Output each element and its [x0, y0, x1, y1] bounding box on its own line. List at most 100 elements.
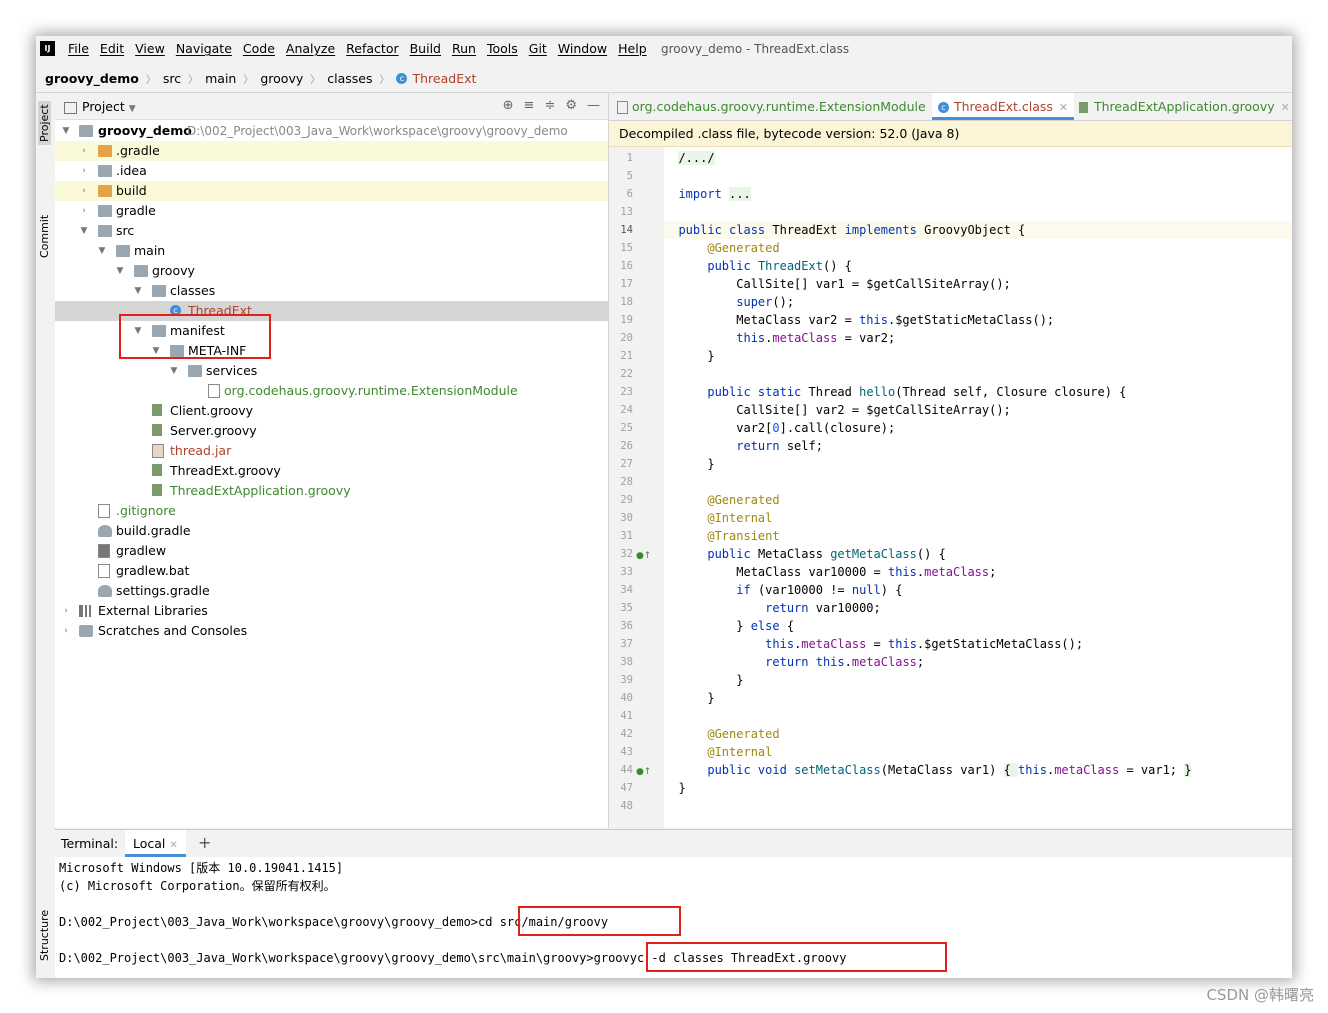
- tree-row-external-libraries[interactable]: › External Libraries: [55, 601, 608, 621]
- menu-code[interactable]: Code: [243, 41, 275, 56]
- code-line: CallSite[] var1 = $getCallSiteArray();: [736, 277, 1011, 291]
- tree-row-thread-jar[interactable]: thread.jar: [55, 441, 608, 461]
- close-icon[interactable]: ✕: [1281, 101, 1290, 114]
- tree-row-gradle-hidden[interactable]: › .gradle: [55, 141, 608, 161]
- tree-row-extension-module[interactable]: org.codehaus.groovy.runtime.ExtensionMod…: [55, 381, 608, 401]
- watermark: CSDN @韩曙亮: [1206, 986, 1314, 1004]
- tree-row-gitignore[interactable]: .gitignore: [55, 501, 608, 521]
- menu-analyze[interactable]: Analyze: [286, 41, 335, 56]
- tree-row-threadextapplication-groovy[interactable]: ThreadExtApplication.groovy: [55, 481, 608, 501]
- code-line: @Internal: [707, 511, 773, 525]
- class-icon: c: [396, 72, 408, 84]
- line-number: 22: [620, 368, 633, 380]
- chevron-right-icon: 〉: [379, 74, 390, 86]
- folder-icon: [98, 205, 112, 217]
- tree-row-main[interactable]: ▼ main: [55, 241, 608, 261]
- breadcrumb-groovy[interactable]: groovy: [260, 71, 303, 86]
- override-marker-icon[interactable]: ●↑: [636, 551, 651, 561]
- code-line: MetaClass var2 = this.$getStaticMetaClas…: [736, 313, 1055, 327]
- line-number: 20: [620, 332, 633, 344]
- tree-row-groovy[interactable]: ▼ groovy: [55, 261, 608, 281]
- code-line: this.metaClass = this.$getStaticMetaClas…: [765, 637, 1084, 651]
- tree-row-root[interactable]: ▼ groovy_demo D:\002_Project\003_Java_Wo…: [55, 121, 608, 141]
- code-line: public MetaClass getMetaClass() {: [707, 547, 946, 561]
- override-marker-icon[interactable]: ●↑: [636, 767, 651, 777]
- menu-refactor[interactable]: Refactor: [346, 41, 398, 56]
- jar-file-icon: [152, 444, 164, 458]
- line-number: 17: [620, 278, 633, 290]
- line-number: 40: [620, 692, 633, 704]
- left-tool-stripe: Project Commit Structure rites: [36, 93, 56, 978]
- line-number: 27: [620, 458, 633, 470]
- close-icon[interactable]: ✕: [1059, 101, 1068, 114]
- highlight-box: [646, 942, 947, 972]
- code-line: @Generated: [707, 241, 780, 255]
- tree-row-idea[interactable]: › .idea: [55, 161, 608, 181]
- tree-row-gradlew[interactable]: gradlew: [55, 541, 608, 561]
- window-title: groovy_demo - ThreadExt.class: [661, 42, 850, 56]
- tool-tab-structure[interactable]: Structure: [38, 910, 51, 961]
- tab-threadext-class[interactable]: c ThreadExt.class ✕: [932, 93, 1075, 120]
- tool-tab-project[interactable]: Project: [38, 101, 51, 145]
- class-icon: c: [938, 102, 949, 113]
- properties-file-icon: [617, 101, 628, 114]
- tree-row-classes[interactable]: ▼ classes: [55, 281, 608, 301]
- line-number: 19: [620, 314, 633, 326]
- close-icon[interactable]: ✕: [169, 840, 177, 851]
- dropdown-icon: ▼: [128, 104, 136, 114]
- breadcrumb-main[interactable]: main: [205, 71, 236, 86]
- code-line: @Generated: [707, 727, 780, 741]
- menu-navigate[interactable]: Navigate: [176, 41, 232, 56]
- scratches-icon: [79, 625, 93, 637]
- tool-tab-commit[interactable]: Commit: [38, 215, 51, 258]
- tree-row-gradle[interactable]: › gradle: [55, 201, 608, 221]
- breadcrumb-classes[interactable]: classes: [327, 71, 372, 86]
- folder-icon: [79, 125, 93, 137]
- project-panel-header: Project ▼ ⊕ ≡ ≑ ⚙ —: [55, 93, 608, 120]
- tab-threadextapplication[interactable]: ThreadExtApplication.groovy ✕: [1079, 93, 1290, 120]
- menu-build[interactable]: Build: [410, 41, 441, 56]
- menu-file[interactable]: File: [68, 41, 89, 56]
- tree-row-threadext-groovy[interactable]: ThreadExt.groovy: [55, 461, 608, 481]
- tree-row-src[interactable]: ▼ src: [55, 221, 608, 241]
- code-line: return var10000;: [765, 601, 881, 615]
- terminal-tab-local[interactable]: Local ✕: [125, 830, 186, 857]
- tree-row-settings-gradle[interactable]: settings.gradle: [55, 581, 608, 601]
- project-toolbar: ⊕ ≡ ≑ ⚙ —: [503, 98, 600, 113]
- tree-row-build[interactable]: › build: [55, 181, 608, 201]
- tab-extension-module[interactable]: org.codehaus.groovy.runtime.ExtensionMod…: [617, 93, 941, 120]
- expand-all-icon[interactable]: ≡: [524, 98, 535, 113]
- line-number: 29: [620, 494, 633, 506]
- folder-icon: [188, 365, 202, 377]
- code-line: /.../: [678, 151, 715, 165]
- new-terminal-icon[interactable]: +: [198, 833, 211, 852]
- menu-edit[interactable]: Edit: [100, 41, 124, 56]
- menu-view[interactable]: View: [135, 41, 165, 56]
- code-editor[interactable]: /.../ import ... public class ThreadExt …: [664, 147, 1292, 828]
- gradle-icon: [98, 525, 112, 537]
- menu-window[interactable]: Window: [558, 41, 607, 56]
- tree-row-build-gradle[interactable]: build.gradle: [55, 521, 608, 541]
- line-number: 6: [626, 188, 633, 200]
- tree-row-scratches[interactable]: › Scratches and Consoles: [55, 621, 608, 641]
- code-line: MetaClass var10000 = this.metaClass;: [736, 565, 997, 579]
- gitignore-file-icon: [98, 504, 110, 518]
- gear-icon[interactable]: ⚙: [565, 98, 577, 113]
- menu-git[interactable]: Git: [529, 41, 547, 56]
- project-view-selector[interactable]: Project ▼: [64, 99, 136, 114]
- hide-icon[interactable]: —: [587, 98, 600, 113]
- menu-run[interactable]: Run: [452, 41, 476, 56]
- breadcrumb-src[interactable]: src: [163, 71, 181, 86]
- line-number: 41: [620, 710, 633, 722]
- locate-icon[interactable]: ⊕: [503, 98, 514, 113]
- menu-help[interactable]: Help: [618, 41, 647, 56]
- tree-row-server-groovy[interactable]: Server.groovy: [55, 421, 608, 441]
- tree-row-client-groovy[interactable]: Client.groovy: [55, 401, 608, 421]
- tree-row-gradlew-bat[interactable]: gradlew.bat: [55, 561, 608, 581]
- breadcrumb-project[interactable]: groovy_demo: [45, 71, 139, 86]
- menu-tools[interactable]: Tools: [487, 41, 518, 56]
- tree-row-services[interactable]: ▼ services: [55, 361, 608, 381]
- collapse-all-icon[interactable]: ≑: [544, 98, 555, 113]
- breadcrumb-threadext[interactable]: ThreadExt: [412, 71, 476, 86]
- menu-list: File Edit View Navigate Code Analyze Ref…: [68, 41, 647, 56]
